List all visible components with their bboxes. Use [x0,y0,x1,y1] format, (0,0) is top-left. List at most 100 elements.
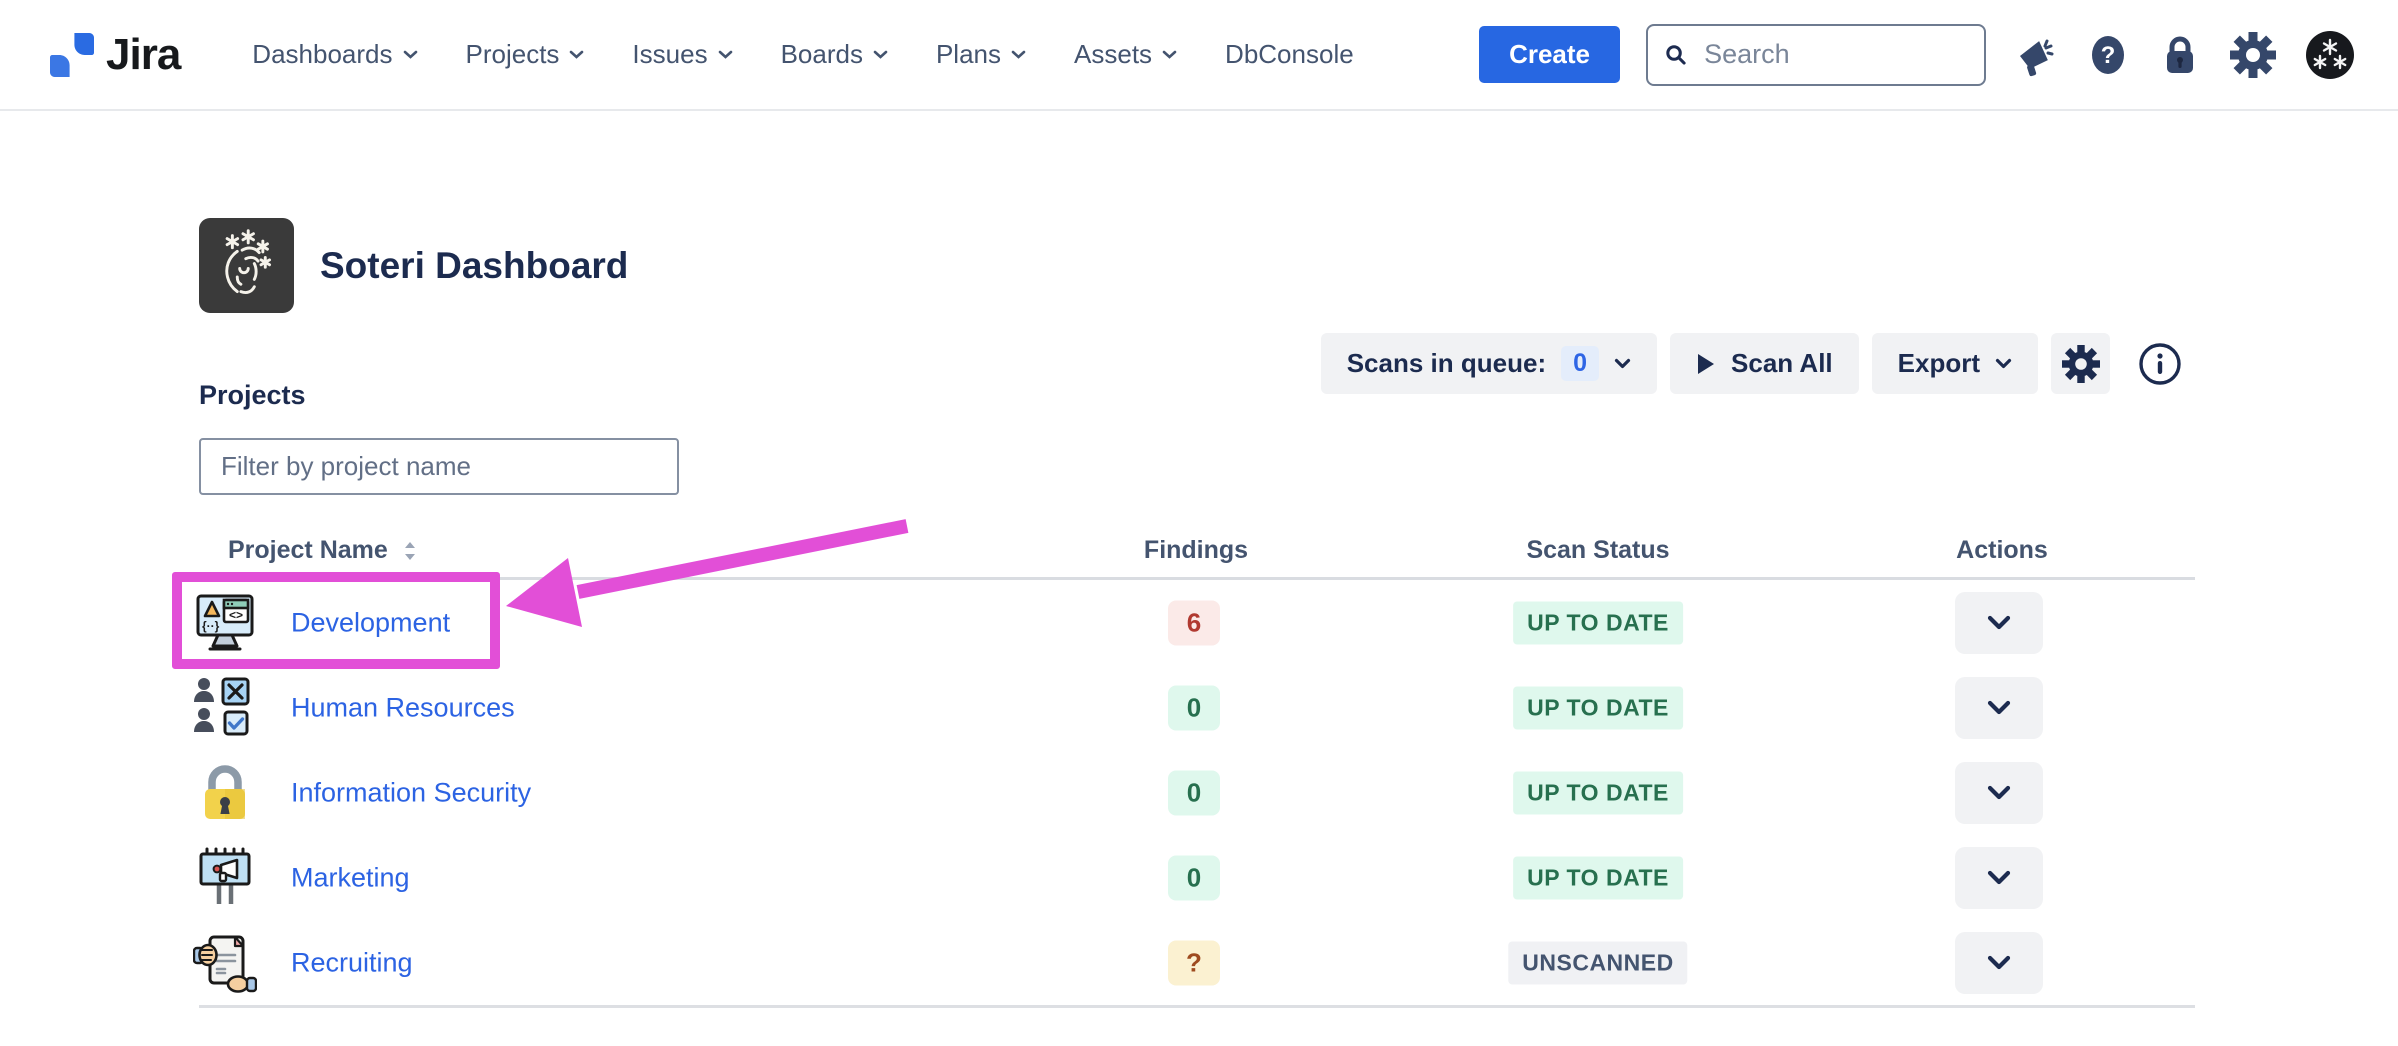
row-actions-button[interactable] [1955,932,2043,994]
avatar-snowflake-art [2306,31,2354,79]
chevron-down-icon [1987,615,2011,630]
table-row-recruiting: Recruiting ? UNSCANNED [199,920,2195,1005]
chevron-down-icon [1987,785,2011,800]
help-icon[interactable]: ? [2086,33,2130,77]
primary-nav: Dashboards Projects Issues Boards Plans … [252,39,1353,70]
lock-icon[interactable] [2160,33,2200,77]
findings-badge: 0 [1168,685,1220,730]
project-link-development[interactable]: Development [291,607,450,638]
svg-text:<>: <> [229,608,243,622]
project-link-marketing[interactable]: Marketing [291,862,410,893]
chevron-down-icon [718,50,733,60]
table-header-row: Project Name Findings Scan Status Action… [199,528,2195,580]
navbar-right: Create ? [1479,24,2354,86]
projects-table: Project Name Findings Scan Status Action… [199,528,2195,1008]
findings-badge: 6 [1168,600,1220,645]
scans-in-queue-label: Scans in queue: [1347,348,1546,379]
project-filter-input[interactable] [199,438,679,495]
column-header-actions: Actions [1956,536,2048,565]
development-icon: {··} <> [193,591,257,655]
row-actions-button[interactable] [1955,762,2043,824]
search-input[interactable] [1702,38,1968,71]
nav-label: Dashboards [252,39,392,70]
nav-dashboards[interactable]: Dashboards [252,39,417,70]
project-link-recruiting[interactable]: Recruiting [291,947,413,978]
recruiting-icon [193,931,257,995]
chevron-down-icon [1614,358,1631,369]
table-body: {··} <> Development 6 UP TO DATE [199,580,2195,1008]
export-button[interactable]: Export [1872,333,2038,394]
sort-icon[interactable] [402,540,418,562]
soteri-app-icon [199,218,294,313]
table-row-development: {··} <> Development 6 UP TO DATE [199,580,2195,665]
column-label: Project Name [228,536,388,565]
jira-logo[interactable]: Jira [48,30,180,80]
announcement-icon[interactable] [2012,33,2056,77]
findings-badge: ? [1168,940,1220,985]
project-link-human-resources[interactable]: Human Resources [291,692,515,723]
findings-badge: 0 [1168,855,1220,900]
scan-all-button[interactable]: Scan All [1670,333,1859,394]
nav-issues[interactable]: Issues [632,39,732,70]
column-header-project-name: Project Name [228,536,418,565]
scan-status-badge: UP TO DATE [1513,686,1683,729]
table-row-information-security: Information Security 0 UP TO DATE [199,750,2195,835]
scans-in-queue-count: 0 [1561,346,1599,381]
row-actions-button[interactable] [1955,677,2043,739]
info-icon[interactable] [2137,341,2183,387]
play-icon [1696,352,1716,376]
export-label: Export [1898,348,1980,379]
scan-status-badge: UP TO DATE [1513,601,1683,644]
nav-icon-group: ? [2012,31,2354,79]
app-header: Soteri Dashboard [199,218,628,313]
svg-text:{··}: {··} [202,619,220,633]
dashboard-settings-button[interactable] [2051,333,2110,394]
nav-plans[interactable]: Plans [936,39,1026,70]
chevron-down-icon [1987,700,2011,715]
marketing-icon [193,846,257,910]
row-actions-button[interactable] [1955,592,2043,654]
human-resources-icon [193,676,257,740]
column-header-scan-status: Scan Status [1526,536,1669,565]
nav-label: DbConsole [1225,39,1354,70]
nav-projects[interactable]: Projects [466,39,585,70]
projects-heading: Projects [199,380,306,411]
nav-label: Issues [632,39,707,70]
nav-label: Boards [781,39,863,70]
nav-label: Plans [936,39,1001,70]
jira-logo-text: Jira [106,30,180,80]
project-link-information-security[interactable]: Information Security [291,777,531,808]
scan-status-badge: UP TO DATE [1513,856,1683,899]
information-security-icon [193,761,257,825]
scan-all-label: Scan All [1731,348,1833,379]
scan-status-badge: UP TO DATE [1513,771,1683,814]
table-row-human-resources: Human Resources 0 UP TO DATE [199,665,2195,750]
dashboard-toolbar: Scans in queue: 0 Scan All Export [1321,333,2183,394]
create-button[interactable]: Create [1479,26,1620,83]
scans-in-queue-button[interactable]: Scans in queue: 0 [1321,333,1657,394]
settings-icon[interactable] [2230,32,2276,78]
page-title: Soteri Dashboard [320,245,628,287]
gear-icon [2062,345,2100,383]
chevron-down-icon [403,50,418,60]
row-actions-button[interactable] [1955,847,2043,909]
avatar[interactable] [2306,31,2354,79]
search-box[interactable] [1646,24,1986,86]
table-row-marketing: Marketing 0 UP TO DATE [199,835,2195,920]
nav-label: Assets [1074,39,1152,70]
chevron-down-icon [1995,358,2012,369]
chevron-down-icon [569,50,584,60]
findings-badge: 0 [1168,770,1220,815]
nav-assets[interactable]: Assets [1074,39,1177,70]
chevron-down-icon [1987,955,2011,970]
column-header-findings: Findings [1144,536,1248,565]
nav-label: Projects [466,39,560,70]
jira-logo-icon [48,31,96,79]
chevron-down-icon [1011,50,1026,60]
top-navbar: Jira Dashboards Projects Issues Boards P… [0,0,2398,111]
nav-boards[interactable]: Boards [781,39,888,70]
nav-dbconsole[interactable]: DbConsole [1225,39,1354,70]
scan-status-badge: UNSCANNED [1508,941,1687,984]
svg-text:?: ? [2101,42,2116,69]
chevron-down-icon [1162,50,1177,60]
